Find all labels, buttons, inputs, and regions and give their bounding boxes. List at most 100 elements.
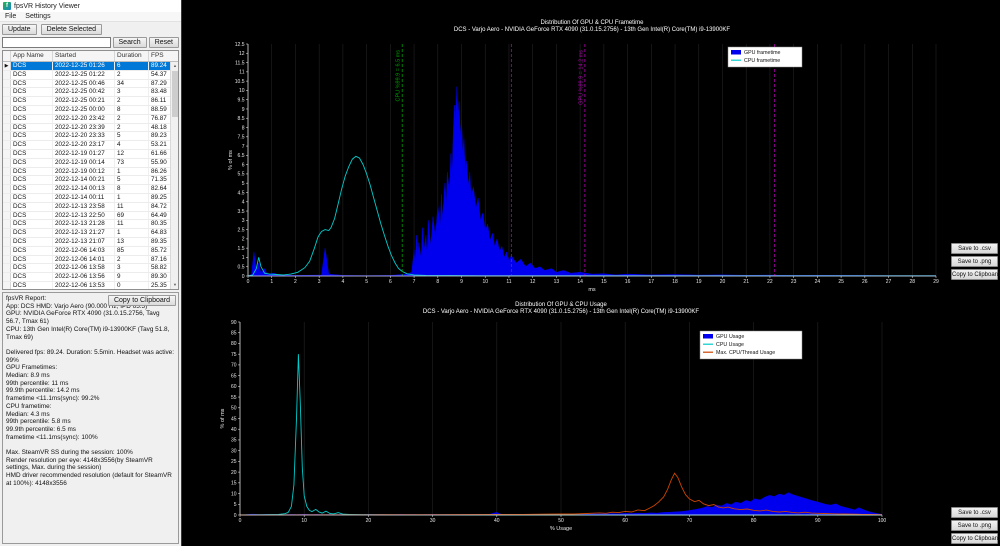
cell: 2 bbox=[115, 97, 149, 105]
row-selector[interactable] bbox=[3, 132, 11, 141]
cell: DCS bbox=[11, 167, 53, 176]
report-copy-to-clipboard-button[interactable]: Copy to Clipboard bbox=[107, 295, 176, 306]
svg-text:55: 55 bbox=[231, 395, 237, 401]
save-png-button[interactable]: Save to .png bbox=[951, 256, 998, 267]
table-row[interactable]: DCS 2022-12-14 00:13 8 82.64 bbox=[3, 185, 170, 194]
row-selector[interactable] bbox=[3, 141, 11, 149]
table-row[interactable]: DCS 2022-12-06 13:56 9 89.30 bbox=[3, 273, 170, 282]
table-row[interactable]: DCS 2022-12-19 00:12 1 86.26 bbox=[3, 167, 170, 177]
table-row[interactable]: DCS 2022-12-13 21:27 1 64.83 bbox=[3, 229, 170, 238]
cell: 53.21 bbox=[151, 141, 167, 149]
cell: 2022-12-06 13:56 bbox=[53, 273, 115, 281]
scrollbar-thumb[interactable] bbox=[172, 71, 178, 117]
row-selector[interactable] bbox=[3, 229, 11, 237]
table-row[interactable]: DCS 2022-12-13 21:07 13 89.35 bbox=[3, 237, 170, 247]
table-row[interactable]: DCS 2022-12-06 13:53 0 25.35 bbox=[3, 281, 170, 289]
cell: 89.35 bbox=[151, 237, 167, 245]
row-selector[interactable] bbox=[3, 246, 11, 255]
table-row[interactable]: DCS 2022-12-13 21:28 11 80.35 bbox=[3, 220, 170, 230]
row-selector[interactable] bbox=[3, 264, 11, 273]
save-png-button[interactable]: Save to .png bbox=[951, 520, 998, 531]
table-row[interactable]: DCS 2022-12-06 13:58 3 58.82 bbox=[3, 264, 170, 274]
column-header-app-name[interactable]: App Name bbox=[11, 51, 53, 61]
table-row[interactable]: DCS 2022-12-20 23:39 2 48.18 bbox=[3, 123, 170, 133]
row-selector[interactable] bbox=[3, 123, 11, 132]
table-row[interactable]: DCS 2022-12-25 00:46 34 87.29 bbox=[3, 79, 170, 89]
column-header-duration[interactable]: Duration bbox=[115, 51, 149, 61]
table-row[interactable]: DCS 2022-12-19 01:27 12 61.66 bbox=[3, 149, 170, 159]
cell: 4 bbox=[115, 141, 149, 149]
search-row: Search Reset bbox=[0, 37, 181, 50]
svg-text:12: 12 bbox=[530, 279, 536, 285]
update-button[interactable]: Update bbox=[2, 24, 37, 35]
save-csv-button[interactable]: Save to .csv bbox=[951, 243, 998, 254]
delete-selected-button[interactable]: Delete Selected bbox=[40, 24, 102, 35]
table-row[interactable]: DCS 2022-12-25 00:00 8 88.59 bbox=[3, 105, 170, 115]
svg-text:30: 30 bbox=[430, 518, 436, 524]
row-selector[interactable] bbox=[3, 273, 11, 281]
table-row[interactable]: DCS 2022-12-06 14:03 85 85.72 bbox=[3, 246, 170, 256]
scroll-down-icon[interactable]: ▼ bbox=[171, 281, 178, 289]
row-selector[interactable] bbox=[3, 149, 11, 158]
row-selector[interactable] bbox=[3, 211, 11, 220]
table-row[interactable]: DCS 2022-12-13 22:50 69 64.49 bbox=[3, 211, 170, 221]
row-selector[interactable] bbox=[3, 220, 11, 229]
row-selector[interactable] bbox=[3, 281, 11, 289]
table-row[interactable]: DCS 2022-12-14 00:21 5 71.35 bbox=[3, 176, 170, 186]
svg-text:100: 100 bbox=[878, 518, 887, 524]
table-row[interactable]: DCS 2022-12-14 00:11 1 89.25 bbox=[3, 193, 170, 203]
search-input[interactable] bbox=[2, 37, 111, 48]
row-selector[interactable]: ▶ bbox=[3, 62, 11, 70]
save-csv-button[interactable]: Save to .csv bbox=[951, 507, 998, 518]
table-row[interactable]: DCS 2022-12-20 23:17 4 53.21 bbox=[3, 141, 170, 150]
svg-text:75: 75 bbox=[231, 352, 237, 358]
table-row[interactable]: DCS 2022-12-25 00:42 3 83.48 bbox=[3, 88, 170, 98]
row-selector[interactable] bbox=[3, 202, 11, 211]
menu-settings[interactable]: Settings bbox=[25, 13, 50, 20]
svg-text:CPU Usage: CPU Usage bbox=[716, 342, 744, 348]
row-selector[interactable] bbox=[3, 185, 11, 193]
row-selector[interactable] bbox=[3, 79, 11, 88]
row-selector[interactable] bbox=[3, 114, 11, 123]
svg-text:21: 21 bbox=[743, 279, 749, 285]
svg-text:90: 90 bbox=[815, 518, 821, 524]
table-row[interactable]: ▶ DCS 2022-12-25 01:26 6 89.24 bbox=[3, 62, 170, 71]
table-row[interactable]: DCS 2022-12-06 14:01 2 87.16 bbox=[3, 255, 170, 265]
report-text: fpsVR Report: App: DCS HMD: Varjo Aero (… bbox=[6, 295, 175, 487]
table-row[interactable]: DCS 2022-12-25 01:22 2 54.37 bbox=[3, 70, 170, 80]
cell: DCS bbox=[11, 237, 53, 246]
table-row[interactable]: DCS 2022-12-20 23:33 5 89.23 bbox=[3, 132, 170, 142]
table-row[interactable]: DCS 2022-12-20 23:42 2 76.87 bbox=[3, 114, 170, 124]
table-row[interactable]: DCS 2022-12-13 23:58 11 84.72 bbox=[3, 202, 170, 212]
svg-text:11.5: 11.5 bbox=[235, 60, 245, 66]
copy-to-clipboard-button[interactable]: Copy to Clipboard bbox=[951, 269, 1000, 280]
row-selector[interactable] bbox=[3, 105, 11, 114]
row-selector[interactable] bbox=[3, 88, 11, 97]
search-button[interactable]: Search bbox=[112, 37, 147, 48]
column-header-started[interactable]: Started bbox=[53, 51, 115, 61]
row-selector[interactable] bbox=[3, 158, 11, 167]
svg-text:29: 29 bbox=[933, 279, 939, 285]
svg-text:60: 60 bbox=[231, 384, 237, 390]
row-selector[interactable] bbox=[3, 70, 11, 79]
menu-file[interactable]: File bbox=[5, 13, 16, 20]
usage-distribution-chart: 0 10 20 30 40 50 60 70 80 90 100 0 5 10 15 20 25 30 35 40 45… bbox=[220, 302, 887, 532]
svg-text:70: 70 bbox=[687, 518, 693, 524]
row-selector[interactable] bbox=[3, 193, 11, 202]
table-row[interactable]: DCS 2022-12-19 00:14 73 55.90 bbox=[3, 158, 170, 168]
row-selector[interactable] bbox=[3, 167, 11, 176]
cell: 12 bbox=[115, 149, 149, 158]
svg-text:18: 18 bbox=[672, 279, 678, 285]
table-scrollbar[interactable]: ▲ ▼ bbox=[170, 62, 178, 289]
copy-to-clipboard-button[interactable]: Copy to Clipboard bbox=[951, 533, 1000, 544]
svg-text:20: 20 bbox=[366, 518, 372, 524]
table-row[interactable]: DCS 2022-12-25 00:21 2 86.11 bbox=[3, 97, 170, 106]
scroll-up-icon[interactable]: ▲ bbox=[171, 62, 178, 70]
reset-button[interactable]: Reset bbox=[148, 37, 179, 48]
row-selector[interactable] bbox=[3, 255, 11, 264]
column-header-fps[interactable]: FPS bbox=[149, 51, 170, 61]
row-selector[interactable] bbox=[3, 176, 11, 185]
cell: 5 bbox=[115, 176, 149, 185]
row-selector[interactable] bbox=[3, 237, 11, 246]
row-selector[interactable] bbox=[3, 97, 11, 105]
